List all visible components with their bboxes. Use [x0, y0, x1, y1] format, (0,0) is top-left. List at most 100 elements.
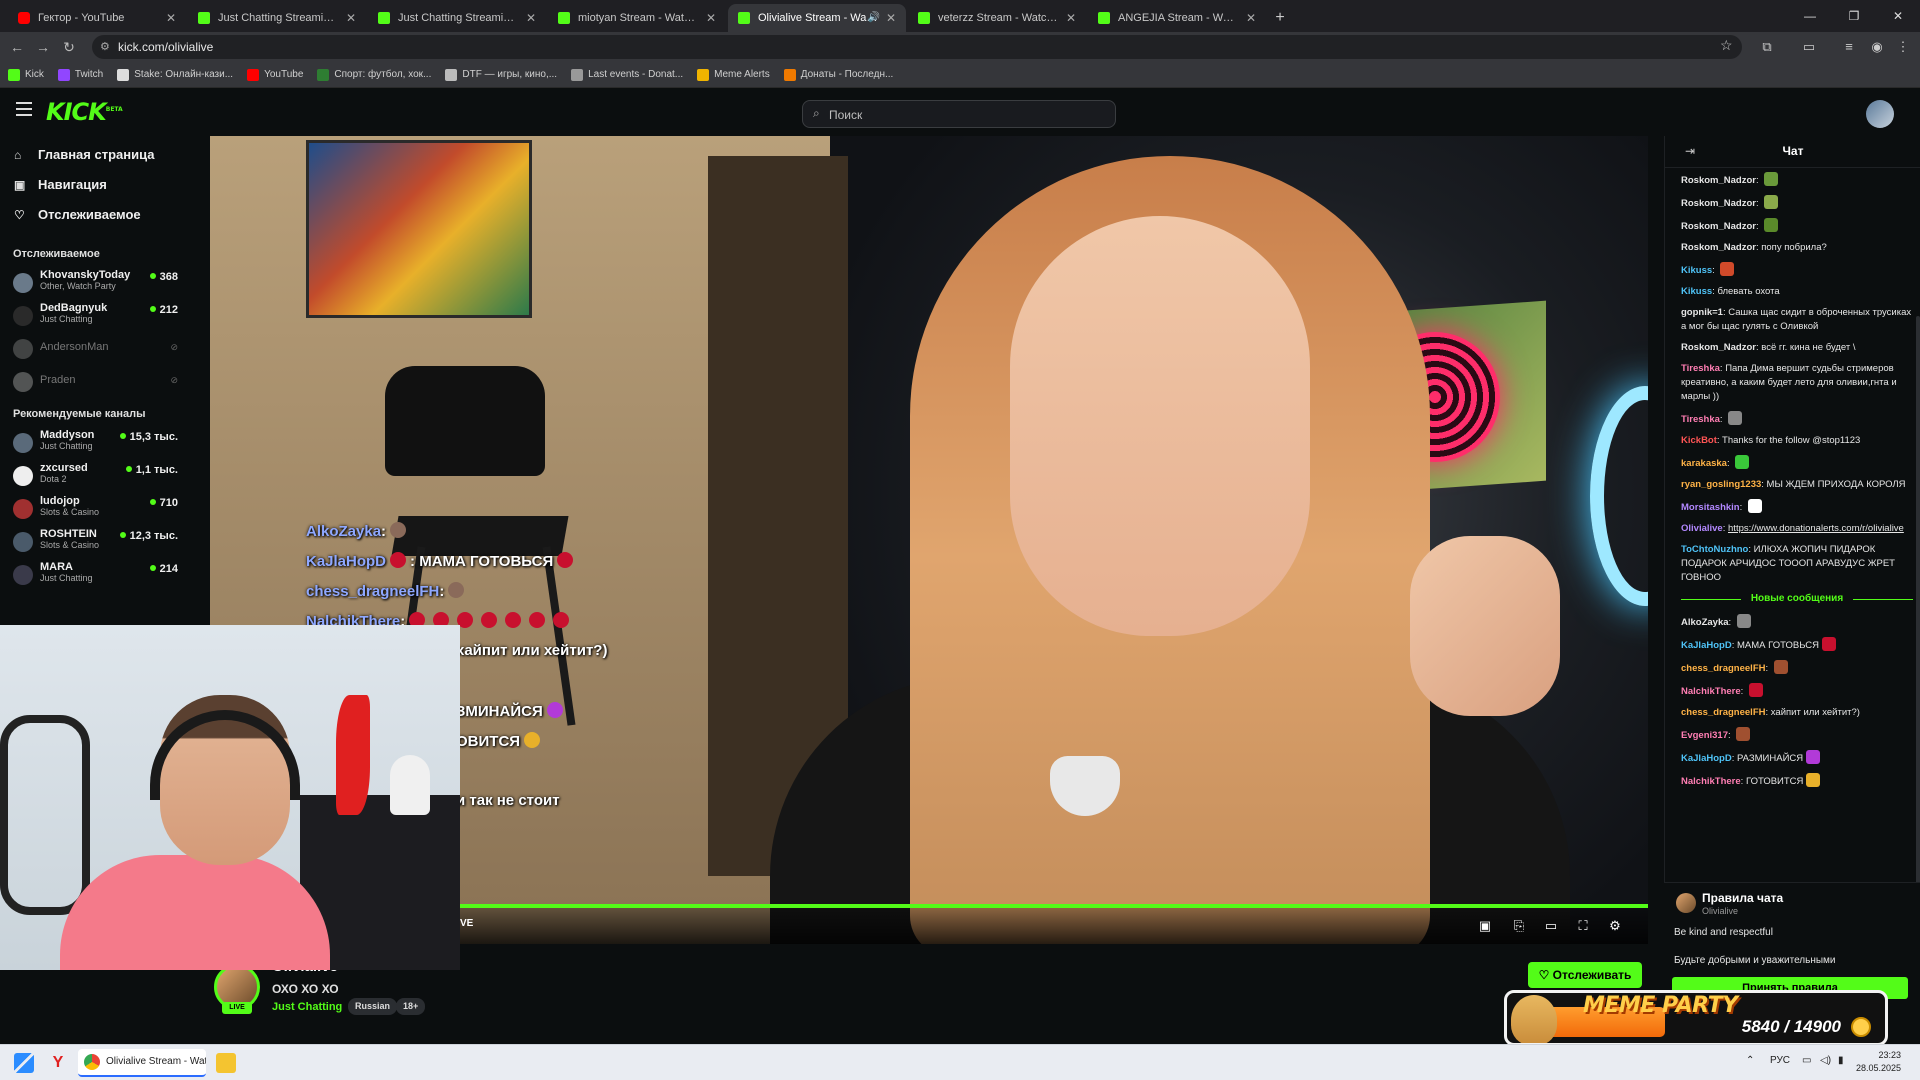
system-clock[interactable]: 23:23 28.05.2025 [1856, 1049, 1901, 1075]
chat-username[interactable]: Roskom_Nadzor [1681, 242, 1756, 253]
menu-icon[interactable]: ⋮ [1894, 38, 1912, 56]
sidebar-channel[interactable]: AndersonMan ⊘ [0, 332, 190, 365]
sidebar-nav-item[interactable]: ▣ Навигация [0, 170, 190, 200]
bookmark-item[interactable]: YouTube [247, 68, 303, 81]
tab-close-icon[interactable]: ✕ [526, 4, 536, 32]
new-messages-divider[interactable]: Новые сообщения [1681, 592, 1913, 606]
settings-gear-icon[interactable]: ⚙ [1606, 917, 1624, 935]
chat-username[interactable]: KaJlaHopD [1681, 753, 1732, 764]
sidebar-nav-item[interactable]: ♡ Отслеживаемое [0, 200, 190, 230]
chat-username[interactable]: Roskom_Nadzor [1681, 175, 1756, 186]
yandex-browser-icon[interactable]: Y [48, 1053, 68, 1073]
tab-close-icon[interactable]: ✕ [1246, 4, 1256, 32]
chat-username[interactable]: Olivialive [1681, 523, 1723, 534]
browser-tab[interactable]: Just Chatting Streaming - Live ✕ [188, 4, 366, 32]
chat-link[interactable]: https://www.donationalerts.com/r/olivial… [1728, 523, 1904, 534]
bookmark-item[interactable]: Meme Alerts [697, 68, 770, 81]
chat-username[interactable]: ToChtoNuzhno [1681, 544, 1748, 555]
chat-username[interactable]: gopnik=1 [1681, 307, 1723, 318]
tab-close-icon[interactable]: ✕ [346, 4, 356, 32]
tab-close-icon[interactable]: ✕ [1066, 4, 1076, 32]
clip-icon[interactable]: ⎘ [1510, 917, 1528, 935]
chat-username[interactable]: Roskom_Nadzor [1681, 221, 1756, 232]
tab-close-icon[interactable]: ✕ [886, 4, 896, 32]
chat-username[interactable]: NalchikThere [1681, 686, 1741, 697]
miniplayer-icon[interactable]: ▣ [1476, 917, 1494, 935]
user-avatar[interactable] [1866, 100, 1894, 128]
profile-icon[interactable]: ◉ [1868, 38, 1886, 56]
site-info-icon[interactable]: ⚙ [100, 35, 110, 59]
browser-tab[interactable]: Olivialive Stream - Watch Li 🔊 ✕ [728, 4, 906, 32]
chat-username[interactable]: Tireshka [1681, 414, 1720, 425]
chat-username[interactable]: NalchikThere [1681, 776, 1741, 787]
bookmark-item[interactable]: Twitch [57, 68, 103, 81]
browser-tab[interactable]: miotyan Stream - Watch Live on ✕ [548, 4, 726, 32]
maximize-icon[interactable]: ❐ [1832, 0, 1876, 32]
theater-mode-icon[interactable]: ▭ [1542, 917, 1560, 935]
new-tab-icon[interactable]: + [1268, 4, 1292, 32]
chat-username[interactable]: AlkoZayka [1681, 617, 1729, 628]
forward-icon[interactable]: → [32, 36, 54, 58]
back-icon[interactable]: ← [6, 36, 28, 58]
media-icon[interactable]: ≡ [1840, 38, 1858, 56]
windows-start-icon[interactable] [14, 1053, 34, 1073]
chat-username[interactable]: ryan_gosling1233 [1681, 479, 1761, 490]
search-box[interactable]: ⌕ [802, 100, 1116, 128]
chat-username[interactable]: karakaska [1681, 458, 1727, 469]
follow-button[interactable]: ♡ Отслеживать [1528, 962, 1642, 988]
stream-category[interactable]: Just Chatting [272, 1001, 342, 1013]
chat-username[interactable]: Kikuss [1681, 265, 1712, 276]
taskbar-chrome-window[interactable]: Olivialive Stream - Watc [78, 1049, 206, 1077]
hamburger-menu-icon[interactable] [16, 102, 32, 116]
sidebar-channel[interactable]: Praden ⊘ [0, 365, 190, 398]
chat-username[interactable]: Evgeni317 [1681, 730, 1728, 741]
kick-logo[interactable]: KICKBETA [46, 98, 123, 126]
browser-tab[interactable]: Just Chatting Streaming - Live ✕ [368, 4, 546, 32]
url-field[interactable]: ⚙ kick.com/olivialive [92, 35, 1742, 59]
chat-username[interactable]: Morsitashkin [1681, 502, 1740, 513]
sidebar-channel[interactable]: zxcursed Dota 2 1,1 тыс. [0, 459, 190, 492]
chat-username[interactable]: KaJlaHopD [1681, 640, 1732, 651]
sidebar-channel[interactable]: Maddyson Just Chatting 15,3 тыс. [0, 426, 190, 459]
tag-language[interactable]: Russian [348, 998, 398, 1015]
bookmark-item[interactable]: Kick [8, 68, 44, 81]
sidebar-channel[interactable]: ludojop Slots & Casino 710 [0, 492, 190, 525]
sidebar-channel[interactable]: KhovanskyToday Other, Watch Party 368 [0, 266, 190, 299]
chat-username[interactable]: Roskom_Nadzor [1681, 198, 1756, 209]
chat-username[interactable]: Roskom_Nadzor [1681, 342, 1756, 353]
bookmark-star-icon[interactable]: ☆ [1720, 37, 1733, 54]
sidebar-channel[interactable]: DedBagnyuk Just Chatting 212 [0, 299, 190, 332]
minimize-icon[interactable]: — [1788, 0, 1832, 32]
chat-username[interactable]: KickBot [1681, 435, 1717, 446]
file-explorer-icon[interactable] [216, 1053, 236, 1073]
chat-username[interactable]: chess_dragneelFH [1681, 707, 1765, 718]
tab-close-icon[interactable]: ✕ [166, 4, 176, 32]
sidebar-channel[interactable]: MARA Just Chatting 214 [0, 558, 190, 591]
fullscreen-icon[interactable]: ⛶ [1574, 917, 1592, 935]
chat-username[interactable]: Kikuss [1681, 286, 1712, 297]
bookmark-item[interactable]: Last events - Donat... [571, 68, 683, 81]
bookmark-item[interactable]: Донаты - Последн... [783, 68, 893, 81]
browser-tab[interactable]: veterzz Stream - Watch Live on ✕ [908, 4, 1086, 32]
network-icon[interactable]: ▭ [1802, 1055, 1811, 1066]
chat-username[interactable]: chess_dragneelFH [1681, 663, 1765, 674]
sidebar-channel[interactable]: ROSHTEIN Slots & Casino 12,3 тыс. [0, 525, 190, 558]
sidebar-nav-item[interactable]: ⌂ Главная страница [0, 140, 190, 170]
bookmark-item[interactable]: Stake: Онлайн-кази... [117, 68, 233, 81]
tab-audio-icon[interactable]: 🔊 [868, 4, 880, 32]
reload-icon[interactable]: ↻ [58, 36, 80, 58]
extensions-icon[interactable]: ⧉ [1758, 38, 1776, 56]
cast-icon[interactable]: ▭ [1800, 38, 1818, 56]
chat-username[interactable]: Tireshka [1681, 363, 1720, 374]
bookmark-item[interactable]: Спорт: футбол, хок... [317, 68, 431, 81]
search-input[interactable] [829, 105, 1099, 125]
tag-age[interactable]: 18+ [396, 998, 426, 1015]
tray-chevron-icon[interactable]: ⌃ [1746, 1055, 1754, 1066]
tab-close-icon[interactable]: ✕ [706, 4, 716, 32]
browser-tab[interactable]: Гектор - YouTube ✕ [8, 4, 186, 32]
browser-tab[interactable]: ANGEJIA Stream - Watch Live o ✕ [1088, 4, 1266, 32]
volume-icon[interactable]: ◁) [1820, 1055, 1831, 1066]
battery-icon[interactable]: ▮ [1838, 1055, 1844, 1066]
close-icon[interactable]: ✕ [1876, 0, 1920, 32]
keyboard-language[interactable]: РУС [1770, 1055, 1790, 1066]
